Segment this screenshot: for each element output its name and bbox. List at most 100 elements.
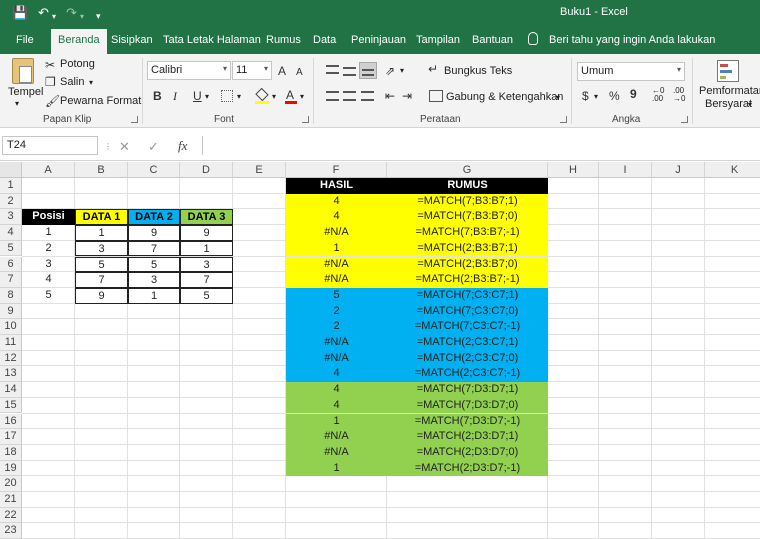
column-header-a[interactable]: A (22, 162, 75, 178)
bold-button[interactable]: B (153, 89, 162, 103)
row-header-6[interactable]: 6 (0, 256, 22, 273)
table-header-cell[interactable]: DATA 1 (75, 209, 128, 226)
column-header-j[interactable]: J (652, 162, 705, 178)
table-cell[interactable]: 9 (75, 287, 128, 304)
format-painter-button[interactable]: Pewarna Format (60, 95, 141, 107)
clipboard-launcher-icon[interactable] (131, 116, 138, 123)
hasil-cell[interactable]: #N/A (286, 444, 387, 461)
row-header-16[interactable]: 16 (0, 413, 22, 430)
hasil-cell[interactable]: 4 (286, 397, 387, 414)
hasil-cell[interactable]: 4 (286, 366, 387, 383)
table-cell[interactable]: 3 (75, 240, 128, 257)
row-header-1[interactable]: 1 (0, 178, 22, 194)
tab-data[interactable]: Data (313, 34, 336, 46)
rumus-cell[interactable]: =MATCH(7;B3:B7;0) (387, 209, 548, 226)
scissors-icon[interactable]: ✂ (45, 58, 55, 72)
row-header-13[interactable]: 13 (0, 366, 22, 383)
hasil-cell[interactable]: 5 (286, 287, 387, 304)
row-header-11[interactable]: 11 (0, 335, 22, 351)
hasil-cell[interactable]: #N/A (286, 225, 387, 241)
align-right-icon[interactable] (361, 91, 374, 101)
wrap-text-button[interactable]: Bungkus Teks (444, 65, 512, 77)
row-header-19[interactable]: 19 (0, 460, 22, 477)
underline-button[interactable]: U (193, 89, 202, 103)
hasil-header[interactable]: HASIL (286, 178, 387, 194)
hasil-cell[interactable]: #N/A (286, 429, 387, 445)
worksheet-grid[interactable]: A B C D E F G H I J K 1 2 3 4 5 6 7 8 9 10 11 12 13 14 15 16 17 18 19… (0, 162, 760, 539)
rumus-cell[interactable]: =MATCH(2;D3:D7;1) (387, 429, 548, 445)
rumus-cell[interactable]: =MATCH(7;B3:B7;-1) (387, 225, 548, 241)
fill-color-icon[interactable] (255, 87, 269, 104)
table-cell[interactable]: 5 (75, 256, 128, 273)
rumus-cell[interactable]: =MATCH(2;B3:B7;1) (387, 240, 548, 257)
currency-icon[interactable]: $ (582, 89, 589, 103)
row-header-23[interactable]: 23 (0, 523, 22, 539)
percent-icon[interactable]: % (609, 89, 620, 103)
tab-sisipkan[interactable]: Sisipkan (111, 34, 153, 46)
merge-dropdown-icon[interactable]: ▾ (556, 93, 560, 102)
rumus-cell[interactable]: =MATCH(2;B3:B7;-1) (387, 272, 548, 288)
font-launcher-icon[interactable] (302, 116, 309, 123)
table-cell[interactable]: 1 (75, 225, 128, 241)
font-size-select[interactable]: 11 ▾ (232, 61, 272, 80)
table-header-cell[interactable]: DATA 3 (180, 209, 233, 226)
merge-center-icon[interactable] (429, 90, 443, 102)
borders-dropdown-icon[interactable]: ▾ (237, 92, 241, 101)
table-cell[interactable]: 9 (180, 225, 233, 241)
conditional-formatting-icon[interactable] (717, 60, 739, 82)
row-header-20[interactable]: 20 (0, 476, 22, 492)
rumus-cell[interactable]: =MATCH(7;C3:C7;1) (387, 287, 548, 304)
enter-icon[interactable]: ✓ (148, 139, 159, 155)
column-header-b[interactable]: B (75, 162, 128, 178)
decrease-indent-icon[interactable]: ⇤ (385, 89, 395, 103)
align-top-icon[interactable] (326, 65, 339, 74)
undo-icon[interactable]: ↶ (38, 5, 49, 21)
row-header-21[interactable]: 21 (0, 492, 22, 508)
row-header-14[interactable]: 14 (0, 382, 22, 398)
hasil-cell[interactable]: 2 (286, 303, 387, 320)
merge-center-button[interactable]: Gabung & Ketengahkan (446, 91, 563, 103)
hasil-cell[interactable]: 4 (286, 193, 387, 210)
table-cell[interactable]: 5 (180, 287, 233, 304)
borders-icon[interactable] (221, 90, 233, 102)
row-header-2[interactable]: 2 (0, 193, 22, 210)
font-color-button[interactable]: A (285, 88, 297, 104)
decrease-decimal-icon[interactable]: .00 →0 (673, 87, 691, 103)
rumus-cell[interactable]: =MATCH(2;C3:C7;1) (387, 335, 548, 351)
tab-tata-letak-halaman[interactable]: Tata Letak Halaman (163, 34, 261, 46)
tab-tampilan[interactable]: Tampilan (416, 34, 460, 46)
hasil-cell[interactable]: #N/A (286, 272, 387, 288)
cancel-icon[interactable]: ✕ (119, 139, 130, 155)
table-cell[interactable]: 7 (180, 272, 233, 288)
tell-me-box[interactable]: Beri tahu yang ingin Anda lakukan (549, 34, 715, 46)
paste-button[interactable]: Tempel (8, 86, 43, 98)
table-cell[interactable]: 4 (22, 272, 75, 288)
font-color-dropdown-icon[interactable]: ▾ (300, 92, 304, 101)
hasil-cell[interactable]: 4 (286, 382, 387, 398)
cut-button[interactable]: Potong (60, 58, 95, 70)
hasil-cell[interactable]: 1 (286, 413, 387, 430)
fill-color-dropdown-icon[interactable]: ▾ (272, 92, 276, 101)
table-cell[interactable]: 9 (128, 225, 180, 241)
increase-indent-icon[interactable]: ⇥ (402, 89, 412, 103)
rumus-cell[interactable]: =MATCH(2;C3:C7;-1) (387, 366, 548, 383)
hasil-cell[interactable]: 2 (286, 319, 387, 335)
shrink-font-icon[interactable]: A (296, 66, 303, 80)
wrap-text-icon[interactable]: ↵ (428, 62, 438, 76)
align-left-icon[interactable] (326, 91, 339, 101)
rumus-cell[interactable]: =MATCH(7;B3:B7;1) (387, 193, 548, 210)
copy-button[interactable]: Salin (60, 76, 84, 88)
customize-icon[interactable]: ▾ (96, 8, 101, 24)
row-header-15[interactable]: 15 (0, 397, 22, 414)
conditional-formatting-button[interactable]: Pemformatan (699, 85, 760, 97)
table-cell[interactable]: 7 (128, 240, 180, 257)
paste-icon[interactable] (12, 58, 34, 84)
rumus-cell[interactable]: =MATCH(7;C3:C7;-1) (387, 319, 548, 335)
column-header-f[interactable]: F (286, 162, 387, 178)
column-header-d[interactable]: D (180, 162, 233, 178)
column-header-i[interactable]: I (599, 162, 652, 178)
insert-function-icon[interactable]: fx (178, 138, 187, 154)
rumus-header[interactable]: RUMUS (387, 178, 548, 194)
row-header-9[interactable]: 9 (0, 303, 22, 320)
table-cell[interactable]: 1 (128, 287, 180, 304)
